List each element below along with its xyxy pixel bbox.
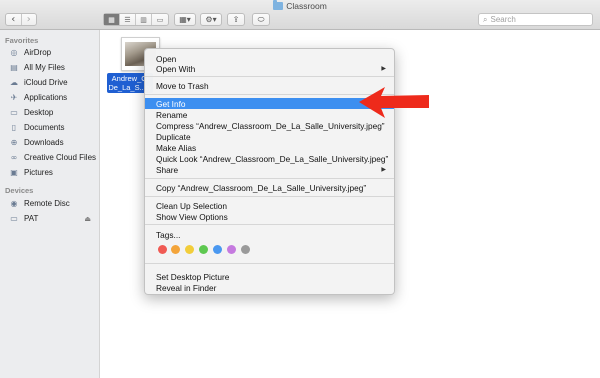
cloud-icon: ☁ xyxy=(10,78,18,87)
column-view-button[interactable]: ▥ xyxy=(136,14,152,25)
tags-button[interactable]: ⬭ xyxy=(252,13,270,26)
sidebar-item-label: Pictures xyxy=(24,168,53,177)
menu-item-duplicate[interactable]: Duplicate xyxy=(145,131,394,142)
search-field[interactable]: ⌕ Search xyxy=(478,13,593,26)
menu-item-tags[interactable]: Tags... xyxy=(145,229,394,240)
favorites-header: Favorites xyxy=(5,36,39,45)
sidebar-item-label: Applications xyxy=(24,93,68,102)
window-title-text: Classroom xyxy=(286,1,327,11)
sidebar-item-label: Desktop xyxy=(24,108,54,117)
sidebar-item-all-my-files[interactable]: ▤ All My Files xyxy=(9,61,97,74)
menu-item-open-with[interactable]: Open With ▶ xyxy=(145,63,394,74)
sidebar: Favorites ◎ AirDrop ▤ All My Files ☁ iCl… xyxy=(0,30,100,378)
tag-purple-dot[interactable] xyxy=(227,245,236,254)
search-placeholder: Search xyxy=(490,15,516,24)
menu-item-show-view-options[interactable]: Show View Options xyxy=(145,211,394,222)
sidebar-item-documents[interactable]: ▯ Documents xyxy=(9,121,97,134)
sidebar-item-icloud-drive[interactable]: ☁ iCloud Drive xyxy=(9,76,97,89)
sidebar-item-desktop[interactable]: ▭ Desktop xyxy=(9,106,97,119)
menu-separator xyxy=(145,263,394,264)
sidebar-item-creative-cloud-files[interactable]: ∞ Creative Cloud Files xyxy=(9,151,97,164)
creative-cloud-icon: ∞ xyxy=(10,153,18,162)
red-arrow-icon xyxy=(359,87,429,118)
sidebar-item-label: Creative Cloud Files xyxy=(24,153,97,162)
tag-yellow-dot[interactable] xyxy=(185,245,194,254)
sidebar-item-label: All My Files xyxy=(24,63,65,72)
sidebar-item-label: iCloud Drive xyxy=(24,78,68,87)
tag-green-dot[interactable] xyxy=(199,245,208,254)
list-view-button[interactable]: ☰ xyxy=(120,14,136,25)
folder-icon xyxy=(273,0,284,10)
menu-item-copy[interactable]: Copy “Andrew_Classroom_De_La_Salle_Unive… xyxy=(145,182,394,193)
sidebar-item-label: Downloads xyxy=(24,138,64,147)
sidebar-item-label: Documents xyxy=(24,123,65,132)
arrange-button[interactable]: ▦▾ xyxy=(174,13,196,26)
tag-gray-dot[interactable] xyxy=(241,245,250,254)
sidebar-item-label: AirDrop xyxy=(24,48,52,57)
menu-separator xyxy=(145,196,394,197)
menu-item-share[interactable]: Share ▶ xyxy=(145,164,394,175)
share-button[interactable]: ⇪ xyxy=(227,13,245,26)
devices-header: Devices xyxy=(5,186,34,195)
annotation-arrow xyxy=(359,87,429,118)
sidebar-item-airdrop[interactable]: ◎ AirDrop xyxy=(9,46,97,59)
documents-icon: ▯ xyxy=(11,123,17,132)
menu-item-make-alias[interactable]: Make Alias xyxy=(145,142,394,153)
tag-blue-dot[interactable] xyxy=(213,245,222,254)
sidebar-item-label: PAT xyxy=(24,214,39,223)
menu-separator xyxy=(145,224,394,225)
tag-red-dot[interactable] xyxy=(158,245,167,254)
desktop-icon: ▭ xyxy=(10,108,18,117)
disc-icon: ◉ xyxy=(10,199,18,208)
menu-separator xyxy=(145,178,394,179)
sidebar-item-label: Remote Disc xyxy=(24,199,70,208)
submenu-arrow-icon: ▶ xyxy=(381,166,386,173)
back-button[interactable]: ‹ xyxy=(6,14,22,25)
forward-button[interactable]: › xyxy=(22,14,37,25)
downloads-icon: ⊕ xyxy=(10,138,18,147)
sidebar-item-remote-disc[interactable]: ◉ Remote Disc xyxy=(9,197,97,210)
sidebar-item-pat[interactable]: ▭ PAT ⏏ xyxy=(9,212,97,225)
eject-icon[interactable]: ⏏ xyxy=(84,215,91,223)
tag-orange-dot[interactable] xyxy=(171,245,180,254)
view-mode-control: ▦ ☰ ▥ ▭ xyxy=(103,13,169,26)
search-icon: ⌕ xyxy=(483,14,488,24)
sidebar-item-pictures[interactable]: ▣ Pictures xyxy=(9,166,97,179)
drive-icon: ▭ xyxy=(10,214,18,223)
icon-view-button[interactable]: ▦ xyxy=(104,14,120,25)
nav-buttons: ‹ › xyxy=(5,13,37,26)
menu-separator xyxy=(145,76,394,77)
menu-item-reveal-in-finder[interactable]: Reveal in Finder xyxy=(145,282,394,293)
window-title: Classroom xyxy=(0,0,600,11)
toolbar: Classroom ‹ › ▦ ☰ ▥ ▭ ▦▾ ⚙▾ ⇪ ⬭ ⌕ Search xyxy=(0,0,600,30)
menu-item-quick-look[interactable]: Quick Look “Andrew_Classroom_De_La_Salle… xyxy=(145,153,394,164)
cover-flow-button[interactable]: ▭ xyxy=(152,14,168,25)
airdrop-icon: ◎ xyxy=(10,48,18,57)
menu-item-clean-up-selection[interactable]: Clean Up Selection xyxy=(145,200,394,211)
action-gear-button[interactable]: ⚙▾ xyxy=(200,13,222,26)
pictures-icon: ▣ xyxy=(10,168,18,177)
sidebar-item-applications[interactable]: ✈ Applications xyxy=(9,91,97,104)
submenu-arrow-icon: ▶ xyxy=(381,65,386,72)
sidebar-item-downloads[interactable]: ⊕ Downloads xyxy=(9,136,97,149)
menu-item-set-desktop-picture[interactable]: Set Desktop Picture xyxy=(145,271,394,282)
applications-icon: ✈ xyxy=(10,93,18,102)
all-files-icon: ▤ xyxy=(10,63,18,72)
